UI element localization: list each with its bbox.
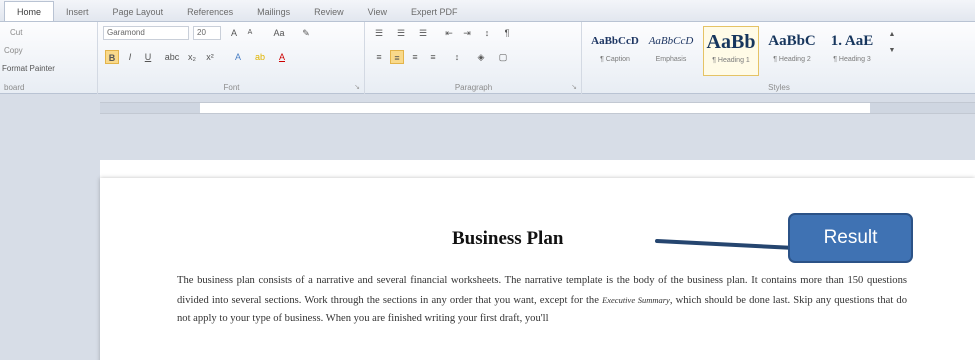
font-color-icon[interactable]: A	[275, 50, 289, 64]
shrink-font-icon[interactable]: A	[243, 26, 257, 40]
ruler-left-margin	[100, 103, 200, 113]
result-callout: Result	[788, 213, 913, 263]
font-label: Font	[223, 83, 240, 92]
tab-references[interactable]: References	[175, 3, 245, 21]
justify-icon[interactable]: ≡	[426, 50, 440, 64]
multilevel-list-icon[interactable]: ☰	[416, 26, 430, 40]
text-effects-icon[interactable]: A	[231, 50, 245, 64]
font-group: Garamond 20 A A Aa ✎ B I U abc x₂ x² A a…	[99, 22, 365, 94]
subscript-button[interactable]: x₂	[185, 50, 199, 64]
align-left-icon[interactable]: ≡	[372, 50, 386, 64]
style-caption[interactable]: AaBbCcD ¶ Caption	[589, 26, 641, 76]
style-emphasis-name: Emphasis	[655, 56, 687, 63]
style-heading-2-name: ¶ Heading 2	[773, 56, 811, 63]
borders-icon[interactable]: ▢	[496, 50, 510, 64]
style-emphasis-preview: AaBbCcD	[648, 35, 694, 47]
copy-button[interactable]: Copy	[4, 46, 23, 55]
shading-icon[interactable]: ◈	[474, 50, 488, 64]
styles-scroll-up-icon[interactable]: ▲	[885, 28, 899, 42]
superscript-button[interactable]: x²	[203, 50, 217, 64]
highlight-icon[interactable]: ab	[253, 50, 267, 64]
paragraph-italic-text: Executive Summary	[602, 294, 670, 305]
style-caption-name: ¶ Caption	[600, 56, 630, 63]
change-case-icon[interactable]: Aa	[269, 26, 289, 40]
horizontal-ruler[interactable]	[100, 102, 975, 114]
strikethrough-button[interactable]: abc	[163, 50, 181, 64]
style-heading-3-name: ¶ Heading 3	[833, 56, 871, 63]
underline-button[interactable]: U	[141, 50, 155, 64]
tab-view[interactable]: View	[356, 3, 399, 21]
increase-indent-icon[interactable]: ⇥	[460, 26, 474, 40]
word-window: { "tabs":["Home","Insert","Page Layout",…	[0, 0, 975, 360]
style-heading-1[interactable]: AaBb ¶ Heading 1	[703, 26, 759, 76]
font-name-select[interactable]: Garamond	[103, 26, 189, 40]
tab-mailings[interactable]: Mailings	[245, 3, 302, 21]
style-heading-3[interactable]: 1. AaE ¶ Heading 3	[823, 26, 881, 76]
align-right-icon[interactable]: ≡	[408, 50, 422, 64]
page-top-edge	[100, 160, 975, 180]
align-center-icon[interactable]: ≡	[390, 50, 404, 64]
document-paragraph[interactable]: The business plan consists of a narrativ…	[177, 272, 907, 329]
styles-label: Styles	[768, 83, 790, 92]
line-spacing-icon[interactable]: ↕	[450, 50, 464, 64]
bullets-icon[interactable]: ☰	[372, 26, 386, 40]
tab-page-layout[interactable]: Page Layout	[101, 3, 176, 21]
font-dialog-icon[interactable]: ↘	[354, 83, 360, 91]
bold-button[interactable]: B	[105, 50, 119, 64]
tab-insert[interactable]: Insert	[54, 3, 101, 21]
style-heading-3-preview: 1. AaE	[830, 33, 874, 49]
styles-scroll-down-icon[interactable]: ▼	[885, 44, 899, 58]
tab-home[interactable]: Home	[4, 1, 55, 21]
ribbon: Cut Copy Format Painter board Garamond 2…	[0, 22, 975, 94]
clipboard-group: Cut Copy Format Painter board	[0, 22, 98, 94]
style-caption-preview: AaBbCcD	[591, 35, 639, 47]
paragraph-label: Paragraph	[454, 83, 493, 92]
tab-expert-pdf[interactable]: Expert PDF	[399, 3, 470, 21]
document-title[interactable]: Business Plan	[452, 228, 563, 250]
italic-button[interactable]: I	[123, 50, 137, 64]
clear-format-icon[interactable]: ✎	[299, 26, 313, 40]
document-page[interactable]	[100, 178, 975, 360]
sort-icon[interactable]: ↕	[480, 26, 494, 40]
show-formatting-icon[interactable]: ¶	[500, 26, 514, 40]
style-heading-2[interactable]: AaBbC ¶ Heading 2	[763, 26, 821, 76]
paragraph-group: ☰ ☰ ☰ ⇤ ⇥ ↕ ¶ ≡ ≡ ≡ ≡ ↕ ◈ ▢ Paragraph ↘	[366, 22, 582, 94]
style-heading-1-name: ¶ Heading 1	[712, 57, 750, 64]
paragraph-dialog-icon[interactable]: ↘	[571, 83, 577, 91]
grow-font-icon[interactable]: A	[227, 26, 241, 40]
numbering-icon[interactable]: ☰	[394, 26, 408, 40]
tab-review[interactable]: Review	[302, 3, 356, 21]
clipboard-label: board	[4, 83, 25, 92]
format-painter-button[interactable]: Format Painter	[2, 64, 55, 73]
style-heading-1-preview: AaBb	[706, 31, 756, 53]
styles-group: AaBbCcD ¶ Caption AaBbCcD Emphasis AaBb …	[583, 22, 975, 94]
style-emphasis[interactable]: AaBbCcD Emphasis	[645, 26, 697, 76]
decrease-indent-icon[interactable]: ⇤	[442, 26, 456, 40]
font-size-select[interactable]: 20	[193, 26, 221, 40]
ruler-right-margin	[870, 103, 975, 113]
ribbon-tabs: Home Insert Page Layout References Maili…	[0, 0, 975, 22]
cut-button[interactable]: Cut	[10, 28, 22, 37]
style-heading-2-preview: AaBbC	[768, 33, 816, 49]
